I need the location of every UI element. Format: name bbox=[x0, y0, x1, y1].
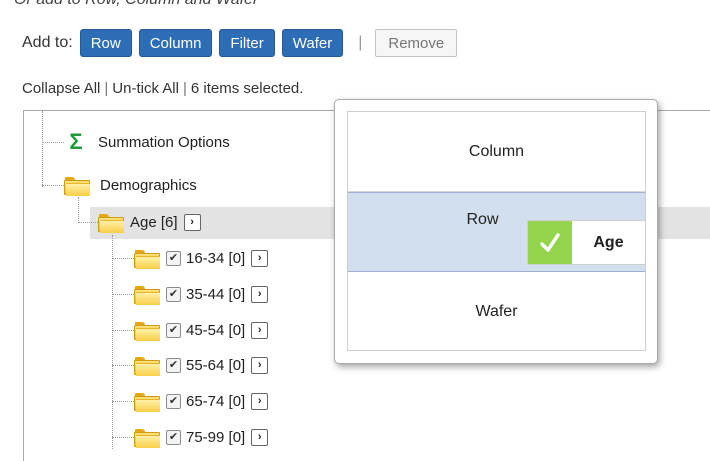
drop-target-wafer[interactable]: Wafer bbox=[348, 272, 645, 352]
expand-arrow-icon[interactable]: › bbox=[251, 249, 269, 267]
tree-item-age-35-44[interactable]: ✔ 35-44 [0] › bbox=[134, 282, 269, 306]
header-cut-text: Or add to Row, Column and Wafer bbox=[14, 0, 258, 9]
selected-count: 6 items selected. bbox=[190, 80, 304, 97]
tree-item-summation[interactable]: Σ Summation Options bbox=[64, 129, 230, 154]
add-to-toolbar: Add to: Row Column Filter Wafer | Remove bbox=[22, 28, 458, 58]
item-label: 35-44 [0] bbox=[186, 285, 246, 303]
item-label: 55-64 [0] bbox=[186, 356, 246, 374]
expand-arrow-icon[interactable]: › bbox=[251, 285, 269, 303]
folder-open-icon bbox=[64, 175, 90, 196]
tree-connector bbox=[78, 222, 98, 223]
checkbox-checked[interactable]: ✔ bbox=[166, 286, 181, 302]
pipe-separator: | bbox=[182, 80, 187, 97]
tree-connector bbox=[112, 437, 134, 438]
pipe-separator: | bbox=[104, 80, 109, 97]
tree-connector bbox=[112, 235, 113, 449]
tree-connector bbox=[112, 294, 134, 295]
tree-item-age-16-34[interactable]: ✔ 16-34 [0] › bbox=[134, 246, 269, 270]
item-label: 65-74 [0] bbox=[186, 392, 246, 410]
tree-connector bbox=[112, 365, 134, 366]
expand-arrow-icon[interactable]: › bbox=[251, 392, 269, 410]
dragged-variable-chip[interactable]: Age bbox=[527, 220, 646, 265]
expand-arrow-icon[interactable]: › bbox=[251, 428, 269, 446]
tree-item-age-55-64[interactable]: ✔ 55-64 [0] › bbox=[134, 353, 269, 377]
tree-item-age-45-54[interactable]: ✔ 45-54 [0] › bbox=[134, 318, 269, 342]
folder-icon bbox=[134, 355, 160, 376]
tree-item-age-65-74[interactable]: ✔ 65-74 [0] › bbox=[134, 389, 269, 413]
collapse-all-link[interactable]: Collapse All bbox=[22, 80, 100, 97]
item-label: 16-34 [0] bbox=[186, 249, 246, 267]
tree-connector bbox=[112, 330, 134, 331]
remove-button[interactable]: Remove bbox=[375, 29, 458, 57]
folder-icon bbox=[134, 320, 160, 341]
column-button[interactable]: Column bbox=[138, 29, 213, 57]
checkbox-checked[interactable]: ✔ bbox=[166, 250, 181, 266]
folder-open-icon bbox=[98, 212, 124, 233]
checkbox-checked[interactable]: ✔ bbox=[166, 393, 181, 409]
item-label: 45-54 [0] bbox=[186, 321, 246, 339]
drop-target-column[interactable]: Column bbox=[348, 112, 645, 192]
folder-icon bbox=[134, 284, 160, 305]
demographics-label: Demographics bbox=[100, 176, 197, 194]
folder-icon bbox=[134, 391, 160, 412]
expand-arrow-icon[interactable]: › bbox=[251, 356, 269, 374]
tree-connector bbox=[42, 185, 64, 186]
tree-item-demographics[interactable]: Demographics bbox=[64, 173, 197, 197]
drop-target-row-label: Row bbox=[466, 211, 499, 228]
tree-item-age[interactable]: Age [6] › bbox=[98, 210, 201, 234]
dragged-chip-label: Age bbox=[593, 233, 624, 251]
tree-connector bbox=[42, 111, 43, 187]
tree-item-age-75-99[interactable]: ✔ 75-99 [0] › bbox=[134, 425, 269, 449]
filter-button[interactable]: Filter bbox=[219, 29, 275, 57]
expand-arrow-icon[interactable]: › bbox=[183, 213, 201, 231]
item-label: 75-99 [0] bbox=[186, 428, 246, 446]
add-to-label: Add to: bbox=[22, 34, 73, 51]
selection-bar: Collapse All | Un-tick All | 6 items selecte… bbox=[22, 80, 303, 97]
checkmark-icon bbox=[528, 221, 572, 264]
tree-connector bbox=[78, 197, 79, 223]
expand-arrow-icon[interactable]: › bbox=[251, 321, 269, 339]
checkbox-checked[interactable]: ✔ bbox=[166, 322, 181, 338]
checkbox-checked[interactable]: ✔ bbox=[166, 357, 181, 373]
row-button[interactable]: Row bbox=[79, 29, 132, 57]
wafer-button[interactable]: Wafer bbox=[281, 29, 344, 57]
tree-connector bbox=[112, 258, 134, 259]
summation-label: Summation Options bbox=[98, 133, 230, 151]
age-label: Age [6] bbox=[130, 213, 178, 231]
folder-icon bbox=[134, 427, 160, 448]
untick-all-link[interactable]: Un-tick All bbox=[112, 80, 179, 97]
folder-icon bbox=[134, 248, 160, 269]
checkbox-checked[interactable]: ✔ bbox=[166, 429, 181, 445]
tree-connector bbox=[112, 401, 134, 402]
toolbar-separator: | bbox=[358, 34, 363, 51]
tree-connector bbox=[42, 142, 64, 143]
sigma-icon: Σ bbox=[69, 129, 83, 154]
